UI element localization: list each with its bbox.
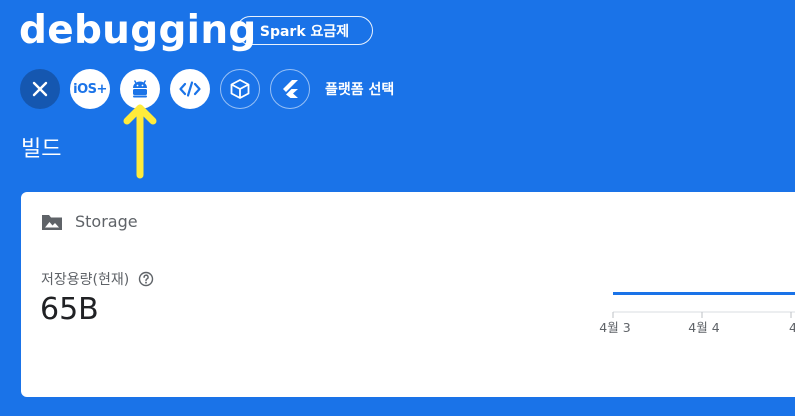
platform-select-label[interactable]: 플랫폼 선택 [325, 79, 394, 99]
flutter-platform-button[interactable] [270, 69, 310, 109]
x-tick-label: 4 [789, 320, 795, 335]
storage-chart: 4월 3 4월 4 4 [599, 292, 795, 335]
x-tick-label: 4월 3 [599, 320, 630, 335]
x-tick-label: 4월 4 [688, 320, 719, 335]
web-platform-button[interactable] [170, 69, 210, 109]
unity-platform-button[interactable] [220, 69, 260, 109]
code-icon [179, 81, 201, 97]
close-icon [32, 81, 48, 97]
ios-platform-button[interactable]: iOS+ [70, 69, 110, 109]
platform-selector: iOS+ 플랫폼 선택 [20, 69, 394, 109]
plan-badge[interactable]: Spark 요금제 [236, 16, 373, 45]
android-icon [133, 80, 147, 98]
annotation-arrow [123, 104, 157, 179]
section-title: 빌드 [21, 137, 62, 162]
close-platform-button[interactable] [20, 69, 60, 109]
ios-icon: iOS+ [73, 81, 107, 97]
storage-card[interactable]: Storage 저장용량(현재) 65B 4월 3 4월 44 [21, 192, 795, 397]
flutter-icon [283, 80, 298, 98]
unity-icon [230, 79, 250, 99]
project-title: debugging [19, 8, 257, 53]
